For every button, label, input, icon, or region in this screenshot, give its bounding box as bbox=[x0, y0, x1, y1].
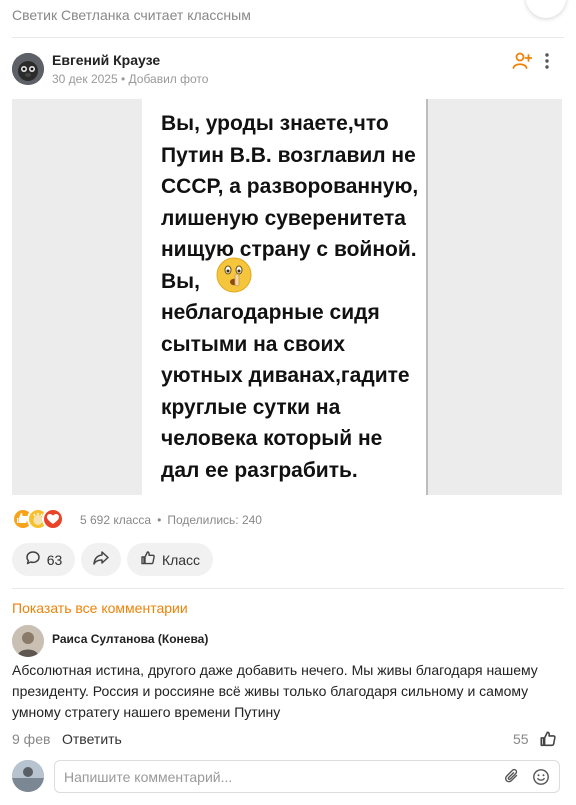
comment-author-name[interactable]: Раиса Султанова (Конева) bbox=[52, 632, 208, 646]
shares-count[interactable]: Поделились: 240 bbox=[167, 513, 262, 527]
more-options-icon[interactable] bbox=[541, 52, 553, 70]
hush-emoji-icon bbox=[215, 256, 253, 294]
emoji-icon[interactable] bbox=[532, 768, 550, 786]
class-label: Класс bbox=[161, 551, 201, 568]
post-stats: 5 692 класса • Поделились: 240 bbox=[80, 513, 262, 527]
share-button[interactable] bbox=[81, 543, 121, 576]
reply-button[interactable]: Ответить bbox=[62, 731, 122, 747]
add-friend-icon[interactable] bbox=[512, 52, 533, 70]
comments-button[interactable]: 63 bbox=[12, 543, 75, 576]
comment-like-icon[interactable] bbox=[539, 730, 557, 748]
comment-text: Абсолютная истина, другого даже добавить… bbox=[12, 662, 538, 720]
image-text: Вы, уроды знаете,что Путин В.В. возглави… bbox=[161, 112, 419, 482]
divider bbox=[12, 37, 564, 38]
post-image[interactable]: Вы, уроды знаете,что Путин В.В. возглави… bbox=[12, 99, 562, 495]
show-all-comments-link[interactable]: Показать все комментарии bbox=[12, 600, 188, 616]
classes-count[interactable]: 5 692 класса bbox=[80, 513, 151, 527]
comment-icon bbox=[25, 550, 41, 569]
divider bbox=[12, 588, 564, 589]
attach-icon[interactable] bbox=[504, 768, 521, 785]
comment-input-box[interactable] bbox=[54, 760, 560, 793]
author-avatar[interactable] bbox=[12, 53, 44, 85]
activity-context-line: Светик Светланка считает классным bbox=[12, 7, 251, 23]
top-floating-button[interactable] bbox=[526, 0, 566, 18]
separator-dot: • bbox=[157, 513, 162, 527]
thumbs-up-icon bbox=[140, 550, 156, 569]
share-icon bbox=[92, 550, 110, 569]
comment-likes-count: 55 bbox=[513, 731, 529, 747]
class-button[interactable]: Класс bbox=[127, 543, 213, 576]
comment-author-avatar[interactable] bbox=[12, 625, 44, 657]
comment-input[interactable] bbox=[64, 761, 494, 792]
heart-reaction-icon bbox=[42, 508, 64, 530]
current-user-avatar[interactable] bbox=[12, 760, 44, 792]
comments-count: 63 bbox=[46, 551, 63, 568]
post-author-name[interactable]: Евгений Краузе bbox=[52, 52, 160, 68]
comment-date: 9 фев bbox=[12, 731, 51, 747]
post-meta: 30 дек 2025 • Добавил фото bbox=[52, 72, 209, 86]
